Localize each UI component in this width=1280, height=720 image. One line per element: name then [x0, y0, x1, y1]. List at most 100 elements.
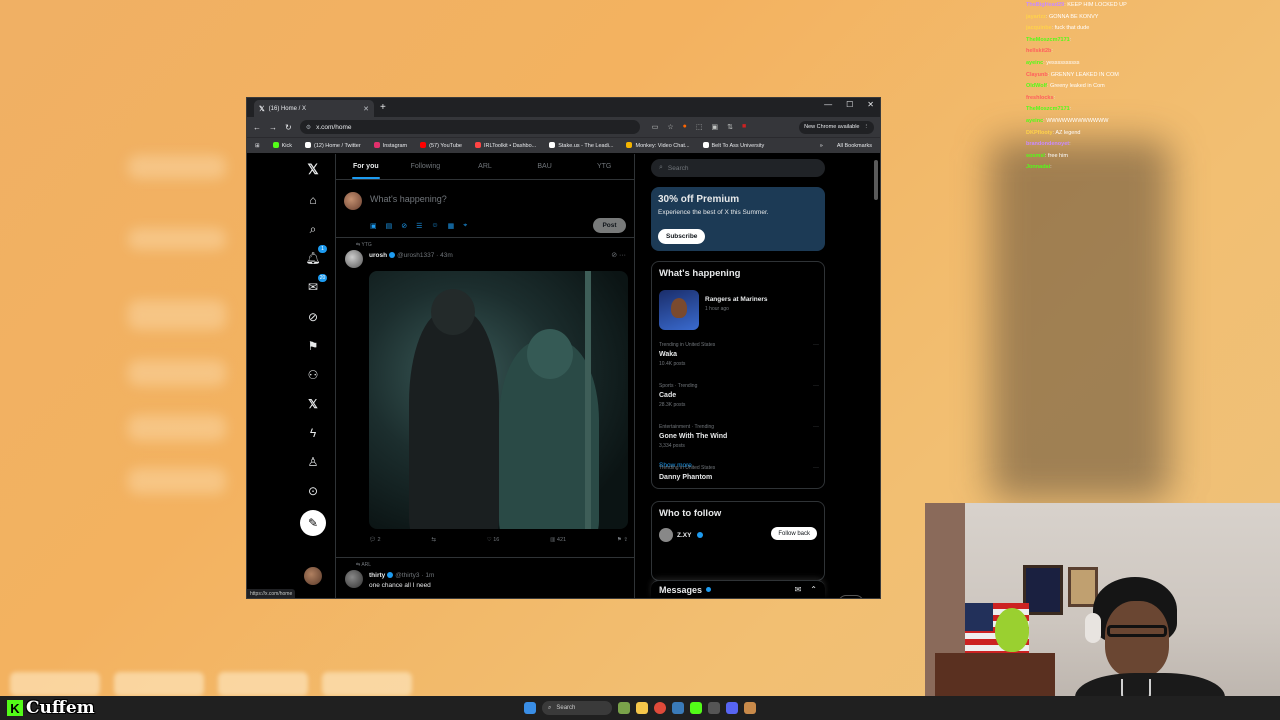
menu-dots-icon[interactable]: ⋮ [864, 124, 870, 130]
close-window-button[interactable]: ✕ [867, 100, 874, 109]
repost-button[interactable]: ⇆ [431, 537, 436, 543]
reply-button[interactable]: 💬︎ 2 [369, 537, 381, 543]
tab-ytg[interactable]: YTG [574, 154, 634, 179]
chat-username[interactable]: jayarizz [1026, 14, 1046, 20]
scrollbar[interactable] [874, 160, 878, 200]
bookmark-item[interactable]: Belt To Ass University [702, 142, 764, 149]
chrome-icon[interactable] [654, 702, 666, 714]
chat-username[interactable]: ayeinc [1026, 60, 1043, 66]
tweet-image[interactable] [369, 271, 628, 529]
minimize-button[interactable]: — [824, 100, 832, 109]
chat-username[interactable]: DKPflooty [1026, 130, 1053, 136]
emoji-icon[interactable]: ☺ [431, 222, 438, 230]
poll-icon[interactable]: ☰ [416, 222, 422, 230]
messages-drawer[interactable]: Messages ✉ ⌃ [651, 580, 825, 598]
file-explorer-icon[interactable] [636, 702, 648, 714]
schedule-icon[interactable]: ▦ [448, 222, 455, 230]
trend-item[interactable]: Trending in United States Danny Phantom ··… [659, 465, 819, 484]
chat-username[interactable]: TheBigHead29 [1026, 2, 1064, 8]
screenshot-icon[interactable]: ▣ [711, 123, 718, 131]
event-image[interactable] [659, 290, 699, 330]
grok-icon[interactable]: ⊘ [304, 308, 322, 326]
chat-username[interactable]: jacquinbe [1026, 25, 1052, 31]
trend-item[interactable]: Sports · Trending Cade 28.3K posts ··· [659, 383, 819, 408]
discord-icon[interactable] [726, 702, 738, 714]
profile-icon[interactable]: ♙ [304, 453, 322, 471]
site-info-icon[interactable]: ⚙ [306, 124, 311, 131]
chat-username[interactable]: sosmsl [1026, 153, 1045, 159]
app-icon[interactable] [744, 702, 756, 714]
bookmark-item[interactable]: (12) Home / Twitter [305, 142, 361, 149]
close-tab-icon[interactable]: ✕ [363, 105, 369, 113]
puzzle-icon[interactable]: ⬚ [696, 123, 703, 131]
browser-tab[interactable]: 𝕏 (16) Home / X ✕ [254, 100, 374, 117]
widgets-icon[interactable] [618, 702, 630, 714]
tweet-author[interactable]: thirty [369, 572, 385, 579]
app-icon[interactable] [708, 702, 720, 714]
forward-icon[interactable]: → [269, 123, 277, 132]
like-button[interactable]: ♡ 16 [487, 537, 500, 543]
views-button[interactable]: ▥ 421 [550, 537, 566, 543]
home-icon[interactable]: ⌂ [304, 191, 322, 209]
trend-more-icon[interactable]: ··· [813, 383, 819, 389]
update-chrome-button[interactable]: New Chrome available ⋮ [799, 120, 874, 134]
app-icon[interactable] [690, 702, 702, 714]
maximize-button[interactable]: ☐ [846, 100, 853, 109]
location-icon[interactable]: ⌖ [463, 222, 467, 230]
chat-username[interactable]: freshlocks [1026, 95, 1054, 101]
cast-icon[interactable]: ▭ [652, 123, 659, 131]
extension-icon[interactable]: ■ [742, 123, 746, 131]
x-logo-icon[interactable]: 𝕏 [304, 160, 322, 178]
tweet-more-icon[interactable]: ⊘ ··· [611, 251, 626, 259]
more-bookmarks-icon[interactable]: » [820, 143, 823, 149]
gif-icon[interactable]: ▤ [386, 222, 393, 230]
chat-username[interactable]: hellskit2b [1026, 48, 1051, 54]
bookmark-item[interactable]: (57) YouTube [420, 142, 462, 149]
chat-username[interactable]: Jonnadai [1026, 164, 1050, 170]
avatar[interactable] [345, 250, 363, 268]
url-field[interactable]: ⚙ x.com/home [299, 120, 640, 134]
trend-more-icon[interactable]: ··· [813, 342, 819, 348]
tweet-author[interactable]: urosh [369, 252, 387, 259]
tweet[interactable]: ⇆ YTG urosh @urosh1337 · 43m ⊘ ··· 💬︎ 2 ⇆… [336, 238, 634, 558]
more-icon[interactable]: ⊙ [304, 482, 322, 500]
chat-username[interactable]: Clayunb [1026, 72, 1048, 78]
trend-more-icon[interactable]: ··· [813, 424, 819, 430]
chat-username[interactable]: TheMoszcm7171 [1026, 106, 1070, 112]
trend-item[interactable]: Trending in United States Waka 10.4K posts… [659, 342, 819, 367]
tab-bau[interactable]: BAU [515, 154, 575, 179]
taskbar-search[interactable]: ⌕ Search [542, 701, 612, 715]
compose-input[interactable]: What's happening? [370, 194, 447, 204]
notifications-icon[interactable]: 🔔︎ 1 [304, 245, 327, 267]
chat-username[interactable]: TheMoszcm7171 [1026, 37, 1070, 43]
extension-icon[interactable]: ● [683, 123, 687, 131]
grok-icon[interactable]: ⊘ [401, 222, 407, 230]
follow-back-button[interactable]: Follow back [771, 527, 817, 540]
event-title[interactable]: Rangers at Mariners [705, 296, 768, 303]
subscribe-button[interactable]: Subscribe [658, 229, 706, 244]
tab-arl[interactable]: ARL [455, 154, 515, 179]
expand-icon[interactable]: ⌃ [810, 585, 817, 594]
tweet[interactable]: ⇆ ARL thirty @thirty3 · 1m one chance all… [336, 558, 634, 598]
bookmarks-icon[interactable]: ⚑ [304, 337, 322, 355]
trend-item[interactable]: Entertainment · Trending Gone With The Wi… [659, 424, 819, 449]
search-field[interactable]: ⌕ Search [651, 159, 825, 177]
bookmark-item[interactable]: Kick [272, 142, 292, 149]
post-button[interactable]: Post [593, 218, 626, 233]
apps-icon[interactable]: ⊞ [255, 143, 260, 149]
bookmark-item[interactable]: Stake.us - The Leadi... [549, 142, 613, 149]
chat-username[interactable]: OldWolf [1026, 83, 1047, 89]
chat-username[interactable]: ayeinc [1026, 118, 1043, 124]
avatar[interactable] [345, 570, 363, 588]
trend-more-icon[interactable]: ··· [813, 465, 819, 471]
communities-icon[interactable]: ⚇ [304, 366, 322, 384]
tab-for-you[interactable]: For you [336, 154, 396, 179]
new-tab-button[interactable]: + [380, 102, 386, 113]
media-icon[interactable]: ▣ [370, 222, 377, 230]
messages-icon[interactable]: ✉ 20 [304, 274, 327, 296]
grok-float-icon[interactable]: ⊘ [838, 595, 864, 598]
bookmark-star-icon[interactable]: ☆ [667, 123, 673, 131]
all-bookmarks-button[interactable]: All Bookmarks [837, 143, 872, 149]
bookmark-item[interactable]: Monkey: Video Chat... [626, 142, 690, 149]
chat-username[interactable]: brandondenoyet [1026, 141, 1069, 147]
